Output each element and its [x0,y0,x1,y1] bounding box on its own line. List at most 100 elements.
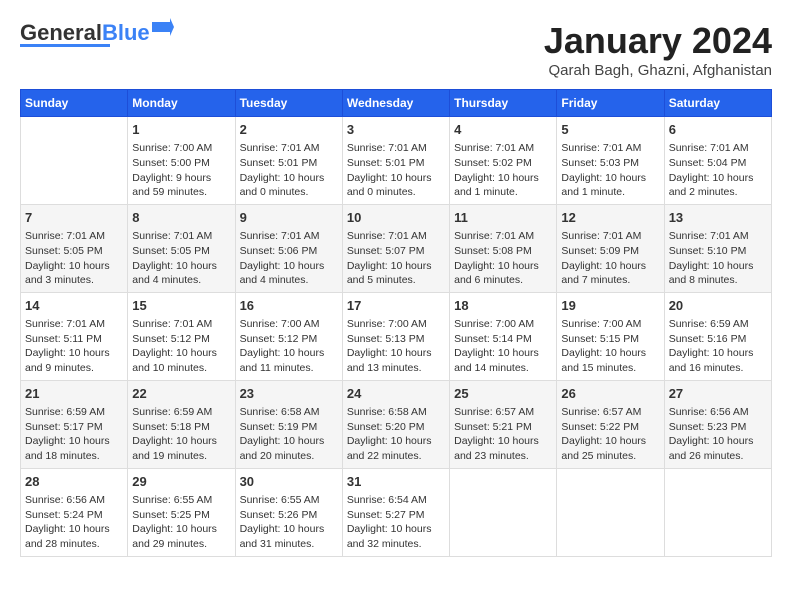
calendar-cell: 10Sunrise: 7:01 AMSunset: 5:07 PMDayligh… [342,204,449,292]
day-number: 2 [240,121,338,139]
calendar-week-4: 21Sunrise: 6:59 AMSunset: 5:17 PMDayligh… [21,380,772,468]
day-number: 30 [240,473,338,491]
day-number: 10 [347,209,445,227]
calendar-cell: 21Sunrise: 6:59 AMSunset: 5:17 PMDayligh… [21,380,128,468]
calendar-cell: 17 Sunrise: 7:00 AMSunset: 5:13 PMDayligh… [342,292,449,380]
day-number: 14 [25,297,123,315]
cell-content: Sunrise: 6:59 AMSunset: 5:18 PMDaylight:… [132,405,230,464]
cell-content: Sunrise: 7:01 AMSunset: 5:06 PMDaylight:… [240,229,338,288]
cell-content: Sunrise: 7:01 AMSunset: 5:10 PMDaylight:… [669,229,767,288]
calendar-cell: 28 Sunrise: 6:56 AMSunset: 5:24 PMDayligh… [21,468,128,556]
calendar-cell: 4 Sunrise: 7:01 AMSunset: 5:02 PMDaylight… [450,117,557,205]
cell-content: Sunrise: 7:00 AMSunset: 5:14 PMDaylight:… [454,317,552,376]
cell-content: Sunrise: 6:57 AMSunset: 5:22 PMDaylight:… [561,405,659,464]
calendar-cell: 5 Sunrise: 7:01 AMSunset: 5:03 PMDaylight… [557,117,664,205]
day-number: 21 [25,385,123,403]
day-number: 4 [454,121,552,139]
calendar-cell: 26 Sunrise: 6:57 AMSunset: 5:22 PMDayligh… [557,380,664,468]
day-number: 23 [240,385,338,403]
calendar-body: 1 Sunrise: 7:00 AMSunset: 5:00 PMDaylight… [21,117,772,557]
logo: GeneralBlue [20,20,174,47]
calendar-cell: 1 Sunrise: 7:00 AMSunset: 5:00 PMDaylight… [128,117,235,205]
day-number: 6 [669,121,767,139]
cell-content: Sunrise: 7:01 AMSunset: 5:12 PMDaylight:… [132,317,230,376]
cell-content: Sunrise: 6:54 AMSunset: 5:27 PMDaylight:… [347,493,445,552]
cell-content: Sunrise: 7:00 AMSunset: 5:13 PMDaylight:… [347,317,445,376]
cell-content: Sunrise: 7:01 AMSunset: 5:05 PMDaylight:… [25,229,123,288]
calendar-table: SundayMondayTuesdayWednesdayThursdayFrid… [20,89,772,557]
calendar-cell: 25 Sunrise: 6:57 AMSunset: 5:21 PMDayligh… [450,380,557,468]
cell-content: Sunrise: 7:01 AMSunset: 5:03 PMDaylight:… [561,141,659,200]
page-header: GeneralBlue January 2024 Qarah Bagh, Gha… [20,20,772,79]
logo-text: GeneralBlue [20,20,150,46]
day-number: 7 [25,209,123,227]
month-year: January 2024 [544,20,772,62]
calendar-cell: 8Sunrise: 7:01 AMSunset: 5:05 PMDaylight… [128,204,235,292]
calendar-week-1: 1 Sunrise: 7:00 AMSunset: 5:00 PMDaylight… [21,117,772,205]
calendar-cell: 31Sunrise: 6:54 AMSunset: 5:27 PMDayligh… [342,468,449,556]
calendar-week-2: 7 Sunrise: 7:01 AMSunset: 5:05 PMDaylight… [21,204,772,292]
calendar-cell [557,468,664,556]
day-header-wednesday: Wednesday [342,90,449,117]
day-number: 24 [347,385,445,403]
cell-content: Sunrise: 6:56 AMSunset: 5:24 PMDaylight:… [25,493,123,552]
location: Qarah Bagh, Ghazni, Afghanistan [544,62,772,79]
calendar-cell [664,468,771,556]
day-number: 13 [669,209,767,227]
calendar-cell: 27 Sunrise: 6:56 AMSunset: 5:23 PMDayligh… [664,380,771,468]
day-header-saturday: Saturday [664,90,771,117]
day-number: 12 [561,209,659,227]
cell-content: Sunrise: 7:01 AMSunset: 5:09 PMDaylight:… [561,229,659,288]
day-number: 28 [25,473,123,491]
calendar-cell [21,117,128,205]
day-number: 15 [132,297,230,315]
day-header-sunday: Sunday [21,90,128,117]
day-number: 25 [454,385,552,403]
logo-icon [152,18,174,40]
calendar-cell: 3Sunrise: 7:01 AMSunset: 5:01 PMDaylight… [342,117,449,205]
day-number: 1 [132,121,230,139]
calendar-header-row: SundayMondayTuesdayWednesdayThursdayFrid… [21,90,772,117]
calendar-cell: 24Sunrise: 6:58 AMSunset: 5:20 PMDayligh… [342,380,449,468]
calendar-cell: 16Sunrise: 7:00 AMSunset: 5:12 PMDayligh… [235,292,342,380]
day-number: 16 [240,297,338,315]
calendar-week-5: 28 Sunrise: 6:56 AMSunset: 5:24 PMDayligh… [21,468,772,556]
cell-content: Sunrise: 7:00 AMSunset: 5:00 PMDaylight:… [132,141,230,200]
cell-content: Sunrise: 7:01 AMSunset: 5:11 PMDaylight:… [25,317,123,376]
calendar-cell: 11Sunrise: 7:01 AMSunset: 5:08 PMDayligh… [450,204,557,292]
day-number: 9 [240,209,338,227]
day-number: 26 [561,385,659,403]
calendar-cell: 9 Sunrise: 7:01 AMSunset: 5:06 PMDaylight… [235,204,342,292]
cell-content: Sunrise: 6:57 AMSunset: 5:21 PMDaylight:… [454,405,552,464]
day-number: 3 [347,121,445,139]
calendar-cell: 30 Sunrise: 6:55 AMSunset: 5:26 PMDayligh… [235,468,342,556]
day-number: 17 [347,297,445,315]
calendar-cell: 6 Sunrise: 7:01 AMSunset: 5:04 PMDaylight… [664,117,771,205]
day-number: 8 [132,209,230,227]
cell-content: Sunrise: 7:01 AMSunset: 5:02 PMDaylight:… [454,141,552,200]
calendar-cell: 13 Sunrise: 7:01 AMSunset: 5:10 PMDayligh… [664,204,771,292]
day-number: 22 [132,385,230,403]
day-header-thursday: Thursday [450,90,557,117]
day-header-tuesday: Tuesday [235,90,342,117]
calendar-cell: 14 Sunrise: 7:01 AMSunset: 5:11 PMDayligh… [21,292,128,380]
cell-content: Sunrise: 7:00 AMSunset: 5:15 PMDaylight:… [561,317,659,376]
cell-content: Sunrise: 6:56 AMSunset: 5:23 PMDaylight:… [669,405,767,464]
cell-content: Sunrise: 6:55 AMSunset: 5:26 PMDaylight:… [240,493,338,552]
calendar-cell: 20 Sunrise: 6:59 AMSunset: 5:16 PMDayligh… [664,292,771,380]
cell-content: Sunrise: 7:01 AMSunset: 5:04 PMDaylight:… [669,141,767,200]
day-header-friday: Friday [557,90,664,117]
cell-content: Sunrise: 6:55 AMSunset: 5:25 PMDaylight:… [132,493,230,552]
calendar-cell: 18 Sunrise: 7:00 AMSunset: 5:14 PMDayligh… [450,292,557,380]
calendar-cell: 2Sunrise: 7:01 AMSunset: 5:01 PMDaylight… [235,117,342,205]
cell-content: Sunrise: 6:59 AMSunset: 5:16 PMDaylight:… [669,317,767,376]
day-number: 18 [454,297,552,315]
day-number: 27 [669,385,767,403]
calendar-cell: 15 Sunrise: 7:01 AMSunset: 5:12 PMDayligh… [128,292,235,380]
calendar-cell: 12 Sunrise: 7:01 AMSunset: 5:09 PMDayligh… [557,204,664,292]
day-number: 29 [132,473,230,491]
calendar-cell: 7 Sunrise: 7:01 AMSunset: 5:05 PMDaylight… [21,204,128,292]
cell-content: Sunrise: 6:58 AMSunset: 5:19 PMDaylight:… [240,405,338,464]
day-number: 20 [669,297,767,315]
day-number: 5 [561,121,659,139]
